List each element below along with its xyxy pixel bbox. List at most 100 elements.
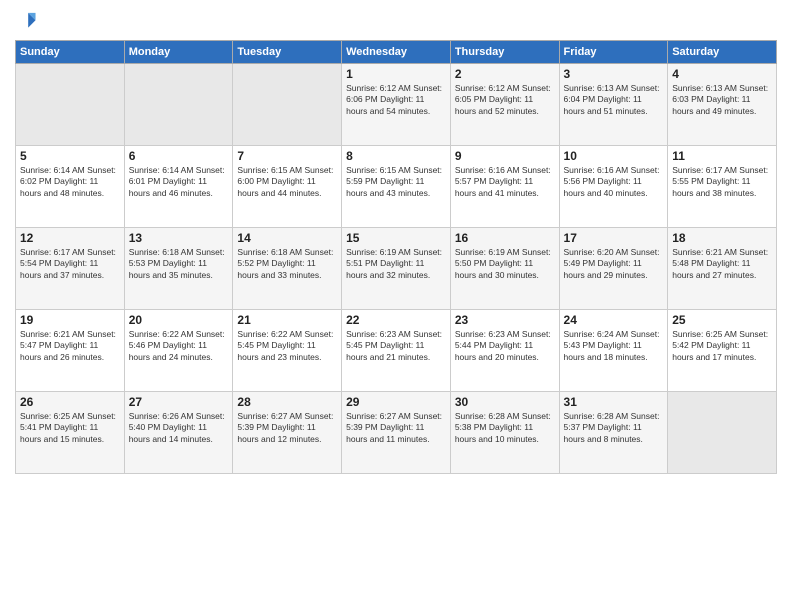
day-number: 25 xyxy=(672,313,772,327)
day-info: Sunrise: 6:13 AM Sunset: 6:04 PM Dayligh… xyxy=(564,83,664,117)
logo xyxy=(15,10,41,32)
day-number: 11 xyxy=(672,149,772,163)
day-info: Sunrise: 6:16 AM Sunset: 5:57 PM Dayligh… xyxy=(455,165,555,199)
calendar-cell xyxy=(233,64,342,146)
logo-icon xyxy=(15,10,37,32)
calendar-cell: 2 Sunrise: 6:12 AM Sunset: 6:05 PM Daylig… xyxy=(450,64,559,146)
calendar-cell: 3 Sunrise: 6:13 AM Sunset: 6:04 PM Daylig… xyxy=(559,64,668,146)
day-info: Sunrise: 6:25 AM Sunset: 5:41 PM Dayligh… xyxy=(20,411,120,445)
calendar-cell: 10 Sunrise: 6:16 AM Sunset: 5:56 PM Dayli… xyxy=(559,146,668,228)
day-info: Sunrise: 6:14 AM Sunset: 6:01 PM Dayligh… xyxy=(129,165,229,199)
calendar-cell: 11Sunrise: 6:17 AM Sunset: 5:55 PM Dayli… xyxy=(668,146,777,228)
calendar-week-row: 12 Sunrise: 6:17 AM Sunset: 5:54 PM Dayli… xyxy=(16,228,777,310)
day-info: Sunrise: 6:18 AM Sunset: 5:53 PM Dayligh… xyxy=(129,247,229,281)
weekday-header-wednesday: Wednesday xyxy=(342,41,451,64)
day-info: Sunrise: 6:17 AM Sunset: 5:54 PM Dayligh… xyxy=(20,247,120,281)
day-info: Sunrise: 6:15 AM Sunset: 6:00 PM Dayligh… xyxy=(237,165,337,199)
calendar-cell: 17 Sunrise: 6:20 AM Sunset: 5:49 PM Dayli… xyxy=(559,228,668,310)
day-number: 18 xyxy=(672,231,772,245)
day-info: Sunrise: 6:28 AM Sunset: 5:38 PM Dayligh… xyxy=(455,411,555,445)
day-number: 21 xyxy=(237,313,337,327)
day-number: 17 xyxy=(564,231,664,245)
day-info: Sunrise: 6:27 AM Sunset: 5:39 PM Dayligh… xyxy=(237,411,337,445)
calendar-week-row: 19Sunrise: 6:21 AM Sunset: 5:47 PM Dayli… xyxy=(16,310,777,392)
calendar-header-row: SundayMondayTuesdayWednesdayThursdayFrid… xyxy=(16,41,777,64)
day-number: 14 xyxy=(237,231,337,245)
weekday-header-sunday: Sunday xyxy=(16,41,125,64)
day-number: 12 xyxy=(20,231,120,245)
weekday-header-friday: Friday xyxy=(559,41,668,64)
calendar-table: SundayMondayTuesdayWednesdayThursdayFrid… xyxy=(15,40,777,474)
day-number: 4 xyxy=(672,67,772,81)
day-number: 26 xyxy=(20,395,120,409)
calendar-cell: 15Sunrise: 6:19 AM Sunset: 5:51 PM Dayli… xyxy=(342,228,451,310)
day-number: 27 xyxy=(129,395,229,409)
day-info: Sunrise: 6:18 AM Sunset: 5:52 PM Dayligh… xyxy=(237,247,337,281)
weekday-header-saturday: Saturday xyxy=(668,41,777,64)
day-info: Sunrise: 6:25 AM Sunset: 5:42 PM Dayligh… xyxy=(672,329,772,363)
day-number: 19 xyxy=(20,313,120,327)
day-number: 2 xyxy=(455,67,555,81)
calendar-cell: 21 Sunrise: 6:22 AM Sunset: 5:45 PM Dayli… xyxy=(233,310,342,392)
calendar-cell: 1Sunrise: 6:12 AM Sunset: 6:06 PM Daylig… xyxy=(342,64,451,146)
day-info: Sunrise: 6:20 AM Sunset: 5:49 PM Dayligh… xyxy=(564,247,664,281)
calendar-cell: 23 Sunrise: 6:23 AM Sunset: 5:44 PM Dayli… xyxy=(450,310,559,392)
day-number: 28 xyxy=(237,395,337,409)
day-number: 5 xyxy=(20,149,120,163)
day-info: Sunrise: 6:13 AM Sunset: 6:03 PM Dayligh… xyxy=(672,83,772,117)
day-number: 9 xyxy=(455,149,555,163)
day-info: Sunrise: 6:26 AM Sunset: 5:40 PM Dayligh… xyxy=(129,411,229,445)
calendar-cell: 28 Sunrise: 6:27 AM Sunset: 5:39 PM Dayli… xyxy=(233,392,342,474)
calendar-cell xyxy=(124,64,233,146)
weekday-header-thursday: Thursday xyxy=(450,41,559,64)
calendar-cell: 22 Sunrise: 6:23 AM Sunset: 5:45 PM Dayli… xyxy=(342,310,451,392)
calendar-cell: 20 Sunrise: 6:22 AM Sunset: 5:46 PM Dayli… xyxy=(124,310,233,392)
day-number: 1 xyxy=(346,67,446,81)
day-info: Sunrise: 6:23 AM Sunset: 5:45 PM Dayligh… xyxy=(346,329,446,363)
day-info: Sunrise: 6:24 AM Sunset: 5:43 PM Dayligh… xyxy=(564,329,664,363)
calendar-week-row: 5Sunrise: 6:14 AM Sunset: 6:02 PM Daylig… xyxy=(16,146,777,228)
day-number: 23 xyxy=(455,313,555,327)
day-info: Sunrise: 6:15 AM Sunset: 5:59 PM Dayligh… xyxy=(346,165,446,199)
calendar-cell: 14 Sunrise: 6:18 AM Sunset: 5:52 PM Dayli… xyxy=(233,228,342,310)
day-info: Sunrise: 6:16 AM Sunset: 5:56 PM Dayligh… xyxy=(564,165,664,199)
day-number: 7 xyxy=(237,149,337,163)
calendar-week-row: 1Sunrise: 6:12 AM Sunset: 6:06 PM Daylig… xyxy=(16,64,777,146)
calendar-week-row: 26 Sunrise: 6:25 AM Sunset: 5:41 PM Dayli… xyxy=(16,392,777,474)
calendar-cell: 29Sunrise: 6:27 AM Sunset: 5:39 PM Dayli… xyxy=(342,392,451,474)
weekday-header-tuesday: Tuesday xyxy=(233,41,342,64)
day-number: 10 xyxy=(564,149,664,163)
calendar-cell: 9 Sunrise: 6:16 AM Sunset: 5:57 PM Daylig… xyxy=(450,146,559,228)
day-number: 16 xyxy=(455,231,555,245)
day-info: Sunrise: 6:28 AM Sunset: 5:37 PM Dayligh… xyxy=(564,411,664,445)
calendar-cell: 24 Sunrise: 6:24 AM Sunset: 5:43 PM Dayli… xyxy=(559,310,668,392)
calendar-cell xyxy=(668,392,777,474)
calendar-cell: 12 Sunrise: 6:17 AM Sunset: 5:54 PM Dayli… xyxy=(16,228,125,310)
day-info: Sunrise: 6:21 AM Sunset: 5:48 PM Dayligh… xyxy=(672,247,772,281)
calendar-cell: 5Sunrise: 6:14 AM Sunset: 6:02 PM Daylig… xyxy=(16,146,125,228)
calendar-cell: 16Sunrise: 6:19 AM Sunset: 5:50 PM Dayli… xyxy=(450,228,559,310)
weekday-header-monday: Monday xyxy=(124,41,233,64)
calendar-cell: 13Sunrise: 6:18 AM Sunset: 5:53 PM Dayli… xyxy=(124,228,233,310)
day-number: 6 xyxy=(129,149,229,163)
day-number: 3 xyxy=(564,67,664,81)
day-number: 8 xyxy=(346,149,446,163)
day-info: Sunrise: 6:19 AM Sunset: 5:51 PM Dayligh… xyxy=(346,247,446,281)
day-number: 24 xyxy=(564,313,664,327)
calendar-cell xyxy=(16,64,125,146)
day-number: 20 xyxy=(129,313,229,327)
day-info: Sunrise: 6:22 AM Sunset: 5:46 PM Dayligh… xyxy=(129,329,229,363)
calendar-cell: 26 Sunrise: 6:25 AM Sunset: 5:41 PM Dayli… xyxy=(16,392,125,474)
day-info: Sunrise: 6:27 AM Sunset: 5:39 PM Dayligh… xyxy=(346,411,446,445)
page-header xyxy=(15,10,777,32)
day-number: 22 xyxy=(346,313,446,327)
calendar-cell: 19Sunrise: 6:21 AM Sunset: 5:47 PM Dayli… xyxy=(16,310,125,392)
day-info: Sunrise: 6:12 AM Sunset: 6:05 PM Dayligh… xyxy=(455,83,555,117)
calendar-cell: 27 Sunrise: 6:26 AM Sunset: 5:40 PM Dayli… xyxy=(124,392,233,474)
day-number: 30 xyxy=(455,395,555,409)
calendar-cell: 6 Sunrise: 6:14 AM Sunset: 6:01 PM Daylig… xyxy=(124,146,233,228)
day-info: Sunrise: 6:22 AM Sunset: 5:45 PM Dayligh… xyxy=(237,329,337,363)
day-info: Sunrise: 6:23 AM Sunset: 5:44 PM Dayligh… xyxy=(455,329,555,363)
calendar-cell: 18 Sunrise: 6:21 AM Sunset: 5:48 PM Dayli… xyxy=(668,228,777,310)
calendar-cell: 25 Sunrise: 6:25 AM Sunset: 5:42 PM Dayli… xyxy=(668,310,777,392)
